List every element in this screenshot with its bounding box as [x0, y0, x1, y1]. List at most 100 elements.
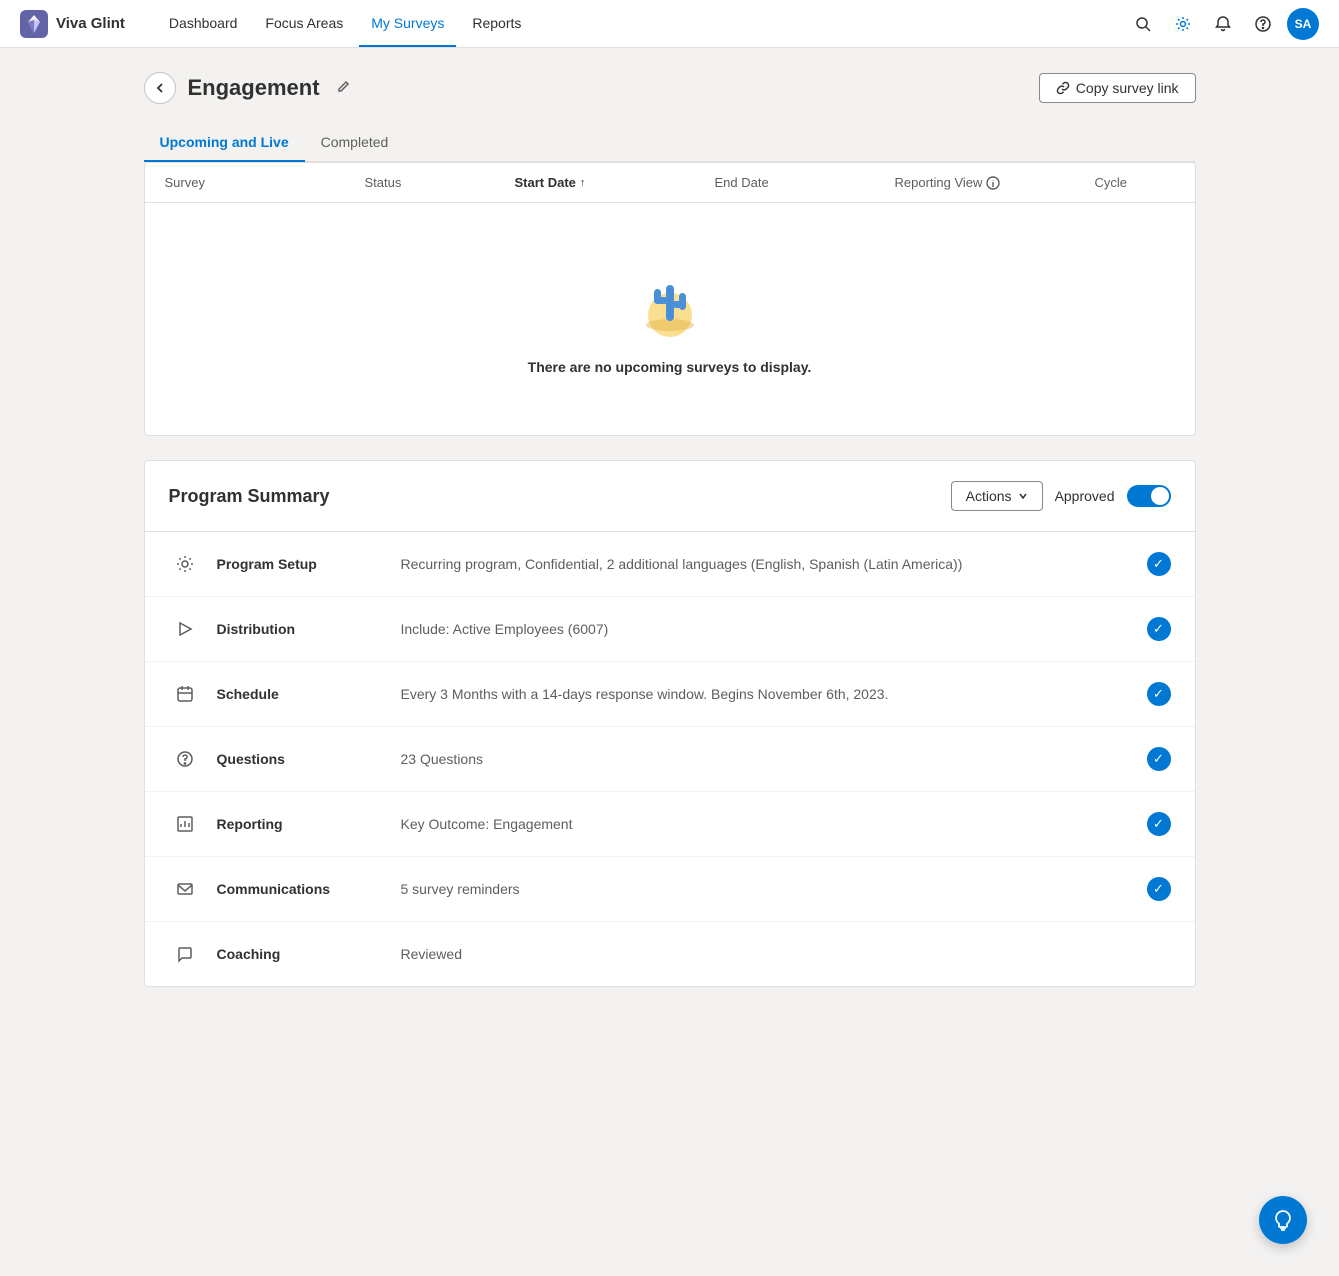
copy-survey-label: Copy survey link	[1076, 80, 1179, 96]
summary-row-communications[interactable]: Communications 5 survey reminders ✓	[145, 857, 1195, 922]
gear-icon	[176, 555, 194, 573]
distribution-value: Include: Active Employees (6007)	[401, 621, 1131, 637]
approved-label: Approved	[1055, 488, 1115, 504]
distribution-check: ✓	[1147, 617, 1171, 641]
actions-label: Actions	[966, 488, 1012, 504]
distribution-icon	[169, 613, 201, 645]
program-setup-check: ✓	[1147, 552, 1171, 576]
questions-value: 23 Questions	[401, 751, 1131, 767]
nav-reports[interactable]: Reports	[460, 1, 533, 47]
reporting-check: ✓	[1147, 812, 1171, 836]
notifications-icon	[1215, 16, 1231, 32]
schedule-icon	[169, 678, 201, 710]
page-header: Engagement Copy survey link	[144, 72, 1196, 104]
nav-actions: SA	[1127, 8, 1319, 40]
tabs: Upcoming and Live Completed	[144, 124, 1196, 162]
distribution-label: Distribution	[217, 621, 377, 637]
empty-state-illustration	[630, 263, 710, 343]
schedule-label: Schedule	[217, 686, 377, 702]
calendar-icon	[176, 685, 194, 703]
app-logo[interactable]: Viva Glint	[20, 10, 125, 38]
tab-upcoming-live[interactable]: Upcoming and Live	[144, 124, 305, 162]
tab-completed[interactable]: Completed	[305, 124, 405, 162]
summary-row-coaching[interactable]: Coaching Reviewed	[145, 922, 1195, 986]
help-icon	[1255, 16, 1271, 32]
lightbulb-icon	[1272, 1209, 1294, 1231]
reporting-content: Reporting Key Outcome: Engagement	[217, 816, 1131, 832]
coaching-value: Reviewed	[401, 946, 1171, 962]
communications-icon	[169, 873, 201, 905]
col-start-date[interactable]: Start Date ↑	[515, 175, 715, 190]
logo-icon	[20, 10, 48, 38]
search-icon	[1135, 16, 1151, 32]
page-content: Engagement Copy survey link Upcoming and…	[120, 48, 1220, 1011]
questions-content: Questions 23 Questions	[217, 751, 1131, 767]
program-setup-value: Recurring program, Confidential, 2 addit…	[401, 556, 1131, 572]
nav-my-surveys[interactable]: My Surveys	[359, 1, 456, 47]
question-icon	[176, 750, 194, 768]
summary-row-schedule[interactable]: Schedule Every 3 Months with a 14-days r…	[145, 662, 1195, 727]
nav-dashboard[interactable]: Dashboard	[157, 1, 250, 47]
nav-focus-areas[interactable]: Focus Areas	[253, 1, 355, 47]
coaching-content: Coaching Reviewed	[217, 946, 1171, 962]
nav-links: Dashboard Focus Areas My Surveys Reports	[157, 1, 1127, 47]
page-header-left: Engagement	[144, 72, 354, 104]
questions-check: ✓	[1147, 747, 1171, 771]
questions-icon	[169, 743, 201, 775]
summary-row-questions[interactable]: Questions 23 Questions ✓	[145, 727, 1195, 792]
notifications-button[interactable]	[1207, 8, 1239, 40]
approved-toggle[interactable]	[1127, 485, 1171, 507]
col-status: Status	[365, 175, 515, 190]
col-survey: Survey	[165, 175, 365, 190]
copy-survey-button[interactable]: Copy survey link	[1039, 73, 1196, 103]
chart-icon	[176, 815, 194, 833]
edit-title-button[interactable]	[332, 76, 354, 101]
toggle-knob	[1151, 487, 1169, 505]
settings-icon	[1175, 16, 1191, 32]
coaching-icon	[169, 938, 201, 970]
actions-button[interactable]: Actions	[951, 481, 1043, 511]
reporting-icon	[169, 808, 201, 840]
settings-button[interactable]	[1167, 8, 1199, 40]
fab-help-button[interactable]	[1259, 1196, 1307, 1244]
communications-label: Communications	[217, 881, 377, 897]
back-arrow-icon	[154, 82, 166, 94]
col-start-date-label: Start Date	[515, 175, 576, 190]
chat-icon	[176, 945, 194, 963]
chevron-down-icon	[1018, 491, 1028, 501]
coaching-label: Coaching	[217, 946, 377, 962]
col-survey-label: Survey	[165, 175, 205, 190]
col-cycle: Cycle	[1095, 175, 1175, 190]
col-end-date: End Date	[715, 175, 895, 190]
schedule-content: Schedule Every 3 Months with a 14-days r…	[217, 686, 1131, 702]
app-name: Viva Glint	[56, 15, 125, 32]
info-icon	[986, 176, 1000, 190]
summary-row-program-setup[interactable]: Program Setup Recurring program, Confide…	[145, 532, 1195, 597]
survey-table-card: Survey Status Start Date ↑ End Date Repo…	[144, 162, 1196, 436]
summary-row-distribution[interactable]: Distribution Include: Active Employees (…	[145, 597, 1195, 662]
communications-value: 5 survey reminders	[401, 881, 1131, 897]
program-summary-section: Program Summary Actions Approved	[144, 460, 1196, 987]
col-status-label: Status	[365, 175, 402, 190]
program-setup-icon	[169, 548, 201, 580]
table-header: Survey Status Start Date ↑ End Date Repo…	[145, 163, 1195, 203]
search-button[interactable]	[1127, 8, 1159, 40]
summary-row-reporting[interactable]: Reporting Key Outcome: Engagement ✓	[145, 792, 1195, 857]
empty-state: There are no upcoming surveys to display…	[145, 203, 1195, 435]
reporting-label: Reporting	[217, 816, 377, 832]
help-button[interactable]	[1247, 8, 1279, 40]
edit-icon	[336, 80, 350, 94]
sort-arrow-icon: ↑	[580, 177, 586, 189]
col-reporting-view-label: Reporting View	[895, 175, 983, 190]
link-icon	[1056, 81, 1070, 95]
communications-check: ✓	[1147, 877, 1171, 901]
program-setup-label: Program Setup	[217, 556, 377, 572]
back-button[interactable]	[144, 72, 176, 104]
reporting-value: Key Outcome: Engagement	[401, 816, 1131, 832]
schedule-value: Every 3 Months with a 14-days response w…	[401, 686, 1131, 702]
program-summary-header: Program Summary Actions Approved	[145, 461, 1195, 532]
avatar[interactable]: SA	[1287, 8, 1319, 40]
mail-icon	[176, 880, 194, 898]
col-cycle-label: Cycle	[1095, 175, 1128, 190]
program-summary-title: Program Summary	[169, 486, 330, 507]
